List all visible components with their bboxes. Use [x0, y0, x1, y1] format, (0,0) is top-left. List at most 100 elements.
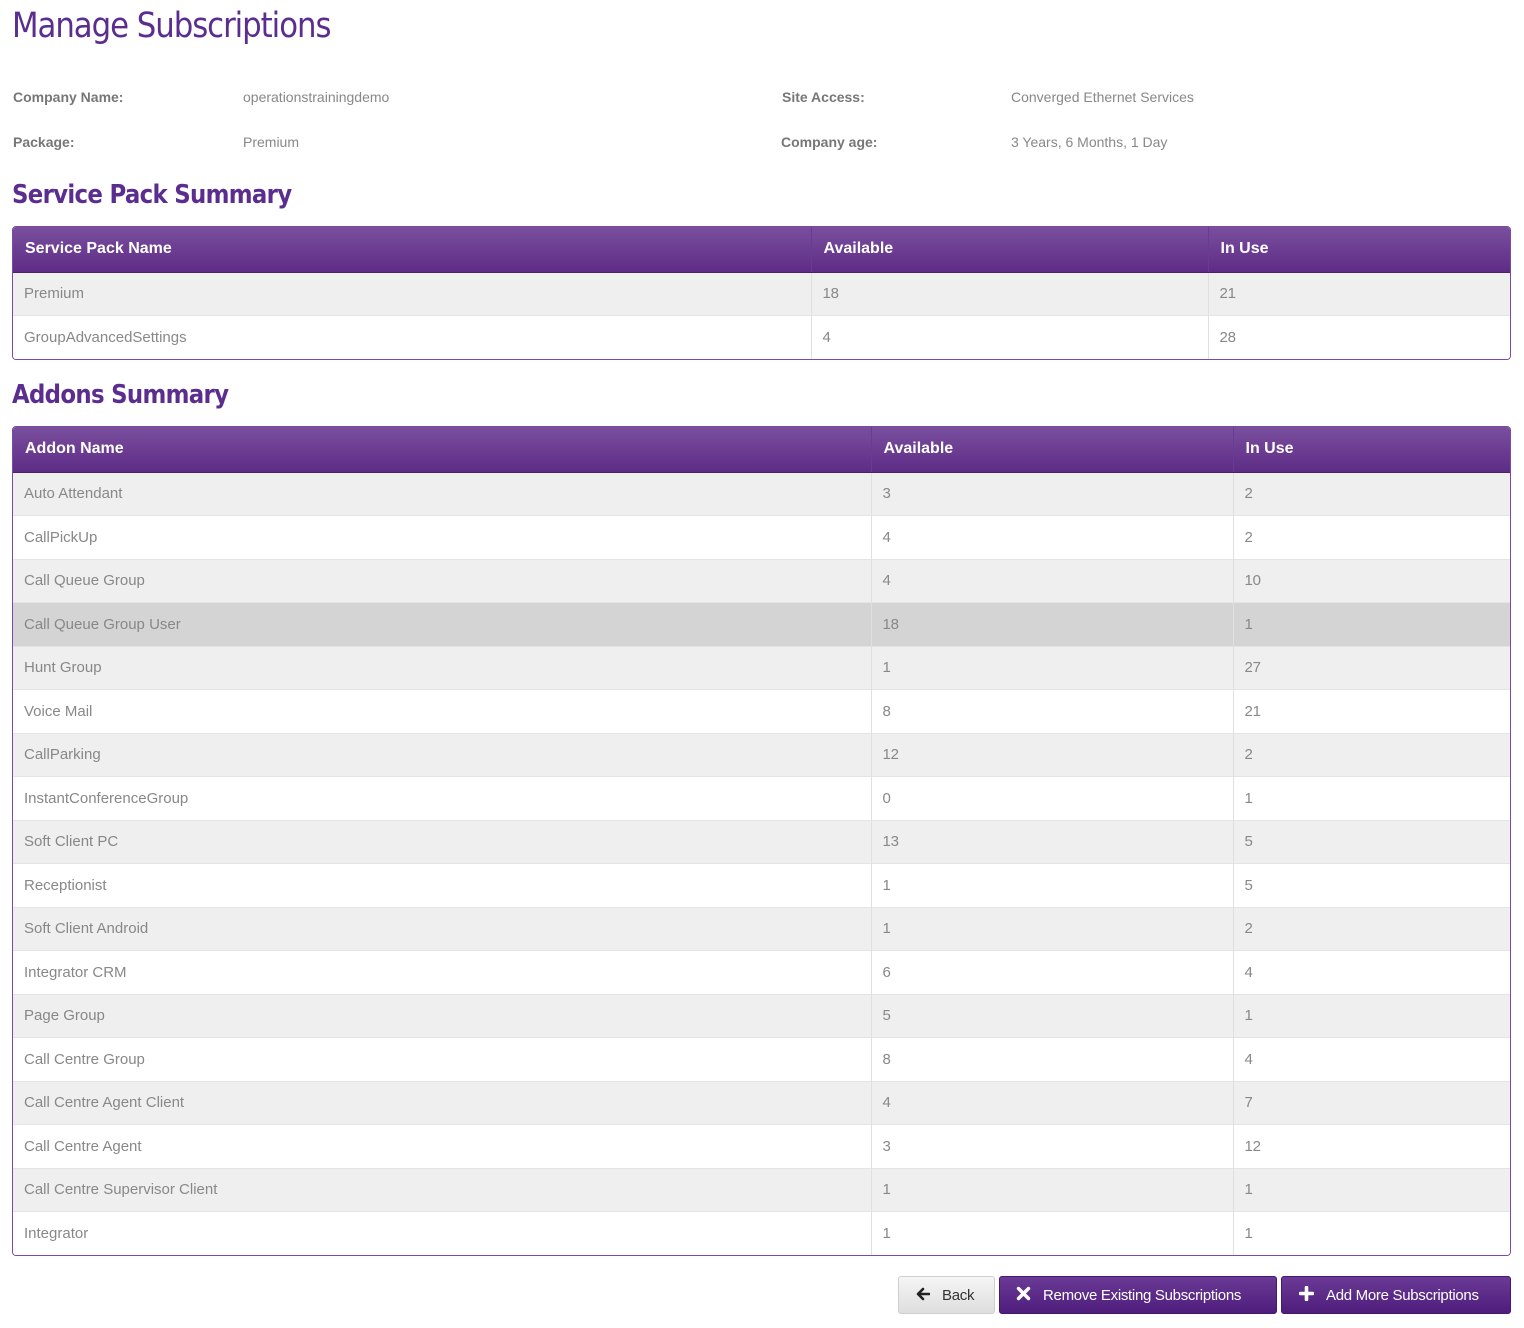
- service-pack-in-use-cell: 28: [1208, 315, 1510, 359]
- package-value: Premium: [243, 134, 300, 150]
- addon-name-cell: Call Centre Group: [13, 1037, 872, 1081]
- addon-in-use-cell: 2: [1233, 471, 1510, 516]
- page-title: Manage Subscriptions: [12, 6, 331, 46]
- company-name-value: operationstrainingdemo: [243, 89, 390, 105]
- remove-existing-subscriptions-label: Remove Existing Subscriptions: [1043, 1286, 1242, 1304]
- addon-available-cell: 1: [871, 863, 1234, 907]
- addon-available-cell: 1: [871, 1211, 1234, 1255]
- addon-row[interactable]: Call Centre Group 8 4: [13, 1037, 1510, 1081]
- addon-available-cell: 3: [871, 471, 1234, 516]
- service-pack-available-cell: 18: [811, 271, 1209, 316]
- addon-in-use-cell: 1: [1233, 602, 1510, 646]
- addon-available-cell: 18: [871, 602, 1234, 646]
- service-pack-name-cell: Premium: [13, 271, 812, 316]
- column-header-addon-name[interactable]: Addon Name: [13, 427, 872, 473]
- addon-name-cell: Auto Attendant: [13, 471, 872, 516]
- addon-row[interactable]: Soft Client PC 13 5: [13, 819, 1510, 864]
- column-header-available[interactable]: Available: [811, 227, 1209, 273]
- column-header-in-use[interactable]: In Use: [1208, 227, 1510, 273]
- addon-row[interactable]: Receptionist 1 5: [13, 863, 1510, 907]
- addon-available-cell: 1: [871, 1167, 1234, 1212]
- addon-in-use-cell: 2: [1233, 732, 1510, 777]
- addon-available-cell: 3: [871, 1124, 1234, 1168]
- addon-row[interactable]: Voice Mail 8 21: [13, 689, 1510, 733]
- addon-name-cell: Voice Mail: [13, 689, 872, 733]
- addon-in-use-cell: 5: [1233, 863, 1510, 907]
- company-age-label: Company age:: [781, 134, 878, 150]
- arrow-left-icon: [916, 1286, 931, 1304]
- addon-name-cell: Call Queue Group User: [13, 602, 872, 646]
- addon-name-cell: Receptionist: [13, 863, 872, 907]
- addon-available-cell: 4: [871, 558, 1234, 603]
- addon-in-use-cell: 21: [1233, 689, 1510, 733]
- addon-in-use-cell: 27: [1233, 645, 1510, 690]
- add-more-subscriptions-label: Add More Subscriptions: [1326, 1286, 1479, 1304]
- addon-row[interactable]: Call Queue Group 4 10: [13, 558, 1510, 603]
- addon-in-use-cell: 5: [1233, 819, 1510, 864]
- addon-name-cell: Call Centre Agent Client: [13, 1080, 872, 1125]
- addon-name-cell: Integrator CRM: [13, 950, 872, 994]
- addon-row[interactable]: Auto Attendant 3 2: [13, 471, 1510, 516]
- addon-name-cell: Hunt Group: [13, 645, 872, 690]
- addon-in-use-cell: 2: [1233, 515, 1510, 559]
- plus-icon: [1298, 1285, 1315, 1304]
- addons-table: Addon Name Available In Use Auto Attenda…: [12, 426, 1511, 1256]
- addon-row[interactable]: InstantConferenceGroup 0 1: [13, 776, 1510, 820]
- addon-name-cell: CallPickUp: [13, 515, 872, 559]
- addon-row[interactable]: Call Centre Agent Client 4 7: [13, 1080, 1510, 1125]
- service-pack-table: Service Pack Name Available In Use Premi…: [12, 226, 1511, 360]
- addon-in-use-cell: 10: [1233, 558, 1510, 603]
- column-header-service-pack-name[interactable]: Service Pack Name: [13, 227, 812, 273]
- addon-row[interactable]: Call Queue Group User 18 1: [13, 602, 1510, 646]
- addon-row[interactable]: Page Group 5 1: [13, 993, 1510, 1038]
- addon-row[interactable]: Call Centre Agent 3 12: [13, 1124, 1510, 1168]
- addon-name-cell: InstantConferenceGroup: [13, 776, 872, 820]
- addon-name-cell: Call Centre Supervisor Client: [13, 1167, 872, 1212]
- addon-row[interactable]: Integrator CRM 6 4: [13, 950, 1510, 994]
- column-header-available[interactable]: Available: [871, 427, 1234, 473]
- addon-row[interactable]: Integrator 1 1: [13, 1211, 1510, 1255]
- addon-row[interactable]: Call Centre Supervisor Client 1 1: [13, 1167, 1510, 1212]
- addon-available-cell: 13: [871, 819, 1234, 864]
- addon-in-use-cell: 1: [1233, 1167, 1510, 1212]
- addon-name-cell: Soft Client PC: [13, 819, 872, 864]
- site-access-value: Converged Ethernet Services: [1011, 89, 1194, 105]
- service-pack-available-cell: 4: [811, 315, 1209, 359]
- addon-available-cell: 0: [871, 776, 1234, 820]
- service-pack-row[interactable]: Premium 18 21: [13, 271, 1510, 316]
- remove-existing-subscriptions-button[interactable]: Remove Existing Subscriptions: [999, 1276, 1277, 1314]
- addon-available-cell: 1: [871, 645, 1234, 690]
- addon-available-cell: 4: [871, 1080, 1234, 1125]
- addon-in-use-cell: 1: [1233, 1211, 1510, 1255]
- service-pack-in-use-cell: 21: [1208, 271, 1510, 316]
- addon-row[interactable]: Soft Client Android 1 2: [13, 906, 1510, 951]
- addon-available-cell: 12: [871, 732, 1234, 777]
- service-pack-name-cell: GroupAdvancedSettings: [13, 315, 812, 359]
- addon-row[interactable]: CallParking 12 2: [13, 732, 1510, 777]
- service-pack-row[interactable]: GroupAdvancedSettings 4 28: [13, 315, 1510, 359]
- back-button[interactable]: Back: [898, 1276, 995, 1314]
- package-label: Package:: [13, 134, 75, 150]
- addon-row[interactable]: Hunt Group 1 27: [13, 645, 1510, 690]
- addon-name-cell: Page Group: [13, 993, 872, 1038]
- add-more-subscriptions-button[interactable]: Add More Subscriptions: [1281, 1276, 1511, 1314]
- service-pack-header-row: Service Pack Name Available In Use: [13, 227, 1510, 273]
- addon-name-cell: Integrator: [13, 1211, 872, 1255]
- addon-available-cell: 8: [871, 689, 1234, 733]
- addon-name-cell: Call Centre Agent: [13, 1124, 872, 1168]
- site-access-label: Site Access:: [782, 89, 865, 105]
- addon-available-cell: 6: [871, 950, 1234, 994]
- addon-available-cell: 1: [871, 906, 1234, 951]
- addons-table-body: Auto Attendant 3 2 CallPickUp 4 2 Call Queue G…: [13, 471, 1510, 1255]
- column-header-in-use[interactable]: In Use: [1233, 427, 1510, 473]
- addon-name-cell: Call Queue Group: [13, 558, 872, 603]
- addon-available-cell: 5: [871, 993, 1234, 1038]
- addon-row[interactable]: CallPickUp 4 2: [13, 515, 1510, 559]
- addon-in-use-cell: 12: [1233, 1124, 1510, 1168]
- addon-available-cell: 8: [871, 1037, 1234, 1081]
- back-button-label: Back: [942, 1286, 975, 1304]
- addon-in-use-cell: 1: [1233, 776, 1510, 820]
- addon-name-cell: Soft Client Android: [13, 906, 872, 951]
- company-age-value: 3 Years, 6 Months, 1 Day: [1011, 134, 1168, 150]
- addons-header-row: Addon Name Available In Use: [13, 427, 1510, 473]
